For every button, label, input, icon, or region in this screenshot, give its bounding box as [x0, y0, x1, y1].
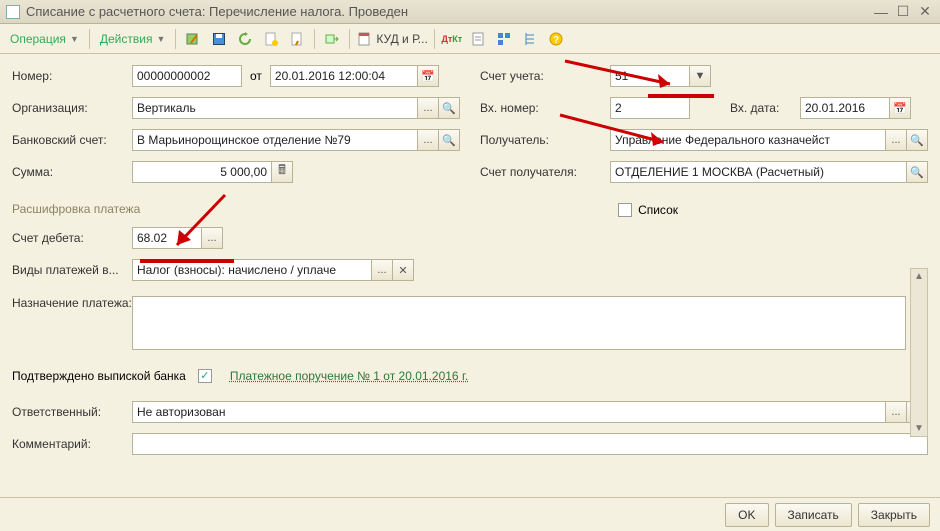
operation-label: Операция: [10, 32, 66, 46]
open-button[interactable]: 🔍: [906, 161, 928, 183]
recacc-label: Счет получателя:: [480, 165, 610, 179]
save-button[interactable]: [208, 28, 230, 50]
actions-menu[interactable]: Действия ▼: [96, 30, 170, 48]
select-button[interactable]: ...: [201, 227, 223, 249]
recipient-input[interactable]: Управление Федерального казначейст: [610, 129, 886, 151]
calc-button[interactable]: 🖩: [271, 161, 293, 183]
acc-label: Счет учета:: [480, 69, 610, 83]
bank-input[interactable]: В Марьинорощинское отделение №79: [132, 129, 418, 151]
calendar-button[interactable]: 📅: [889, 97, 911, 119]
clear-button[interactable]: ✕: [392, 259, 414, 281]
select-button[interactable]: ...: [885, 129, 907, 151]
sum-input[interactable]: 5 000,00: [132, 161, 272, 183]
comment-label: Комментарий:: [12, 437, 132, 451]
select-button[interactable]: ...: [417, 97, 439, 119]
vxdate-label: Вх. дата:: [730, 101, 800, 115]
basedon-button[interactable]: [286, 28, 308, 50]
select-button[interactable]: ...: [371, 259, 393, 281]
responsible-input[interactable]: Не авторизован: [132, 401, 886, 423]
types-input[interactable]: Налог (взносы): начислено / уплаче: [132, 259, 372, 281]
payment-section-title: Расшифровка платежа: [12, 202, 618, 216]
comment-input[interactable]: [132, 433, 928, 455]
calendar-button[interactable]: 📅: [417, 65, 439, 87]
purpose-label: Назначение платежа:: [12, 296, 132, 312]
minimize-button[interactable]: —: [872, 4, 890, 20]
post-button[interactable]: [182, 28, 204, 50]
payment-order-link[interactable]: Платежное поручение № 1 от 20.01.2016 г.: [230, 369, 468, 383]
scroll-down-icon[interactable]: ▼: [912, 421, 926, 436]
sum-label: Сумма:: [12, 165, 132, 179]
footer: OK Записать Закрыть: [0, 497, 940, 531]
open-button[interactable]: 🔍: [438, 97, 460, 119]
list-label: Список: [638, 203, 678, 217]
select-button[interactable]: ...: [417, 129, 439, 151]
responsible-label: Ответственный:: [12, 405, 132, 419]
kud-label: КУД и Р...: [376, 32, 427, 46]
acc-input[interactable]: 51: [610, 65, 690, 87]
scrollbar[interactable]: ▲ ▼: [910, 268, 928, 437]
ot-label: от: [250, 69, 262, 83]
goto-button[interactable]: [321, 28, 343, 50]
debit-label: Счет дебета:: [12, 231, 132, 245]
doc-new-button[interactable]: [260, 28, 282, 50]
open-button[interactable]: 🔍: [438, 129, 460, 151]
title-bar: Списание с расчетного счета: Перечислени…: [0, 0, 940, 24]
org-input[interactable]: Вертикаль: [132, 97, 418, 119]
list-checkbox[interactable]: [618, 203, 632, 217]
svg-text:?: ?: [553, 35, 559, 46]
write-button[interactable]: Записать: [775, 503, 852, 527]
select-button[interactable]: ...: [885, 401, 907, 423]
chevron-down-icon: ▼: [70, 34, 79, 44]
bank-label: Банковский счет:: [12, 133, 132, 147]
close-form-button[interactable]: Закрыть: [858, 503, 930, 527]
dropdown-button[interactable]: ▼: [689, 65, 711, 87]
recipient-label: Получатель:: [480, 133, 610, 147]
list-checkbox-wrapper[interactable]: Список: [618, 203, 678, 217]
chevron-down-icon: ▼: [156, 34, 165, 44]
scroll-up-icon[interactable]: ▲: [912, 269, 926, 284]
vxnum-input[interactable]: 2: [610, 97, 690, 119]
confirm-label: Подтверждено выпиской банка: [12, 369, 186, 383]
dtKt-button[interactable]: ДтКт: [441, 28, 463, 50]
confirm-checkbox[interactable]: [198, 369, 212, 383]
debit-input[interactable]: 68.02: [132, 227, 202, 249]
struct-button[interactable]: [493, 28, 515, 50]
tree-button[interactable]: [519, 28, 541, 50]
org-label: Организация:: [12, 101, 132, 115]
number-input[interactable]: 00000000002: [132, 65, 242, 87]
help-button[interactable]: ?: [545, 28, 567, 50]
window-title: Списание с расчетного счета: Перечислени…: [26, 4, 868, 19]
recacc-input[interactable]: ОТДЕЛЕНИЕ 1 МОСКВА (Расчетный): [610, 161, 907, 183]
toolbar: Операция ▼ Действия ▼ КУД и Р... ДтКт ?: [0, 24, 940, 54]
ok-button[interactable]: OK: [725, 503, 768, 527]
document-icon: [6, 5, 20, 19]
date-input[interactable]: 20.01.2016 12:00:04: [270, 65, 418, 87]
vxnum-label: Вх. номер:: [480, 101, 610, 115]
purpose-textarea[interactable]: [132, 296, 906, 350]
open-button[interactable]: 🔍: [906, 129, 928, 151]
report-button[interactable]: [467, 28, 489, 50]
close-button[interactable]: ✕: [916, 4, 934, 20]
types-label: Виды платежей в...: [12, 263, 132, 277]
operation-menu[interactable]: Операция ▼: [6, 30, 83, 48]
refresh-button[interactable]: [234, 28, 256, 50]
actions-label: Действия: [100, 32, 153, 46]
kud-button[interactable]: КУД и Р...: [356, 31, 427, 47]
maximize-button[interactable]: ☐: [894, 4, 912, 20]
number-label: Номер:: [12, 69, 132, 83]
vxdate-input[interactable]: 20.01.2016: [800, 97, 890, 119]
